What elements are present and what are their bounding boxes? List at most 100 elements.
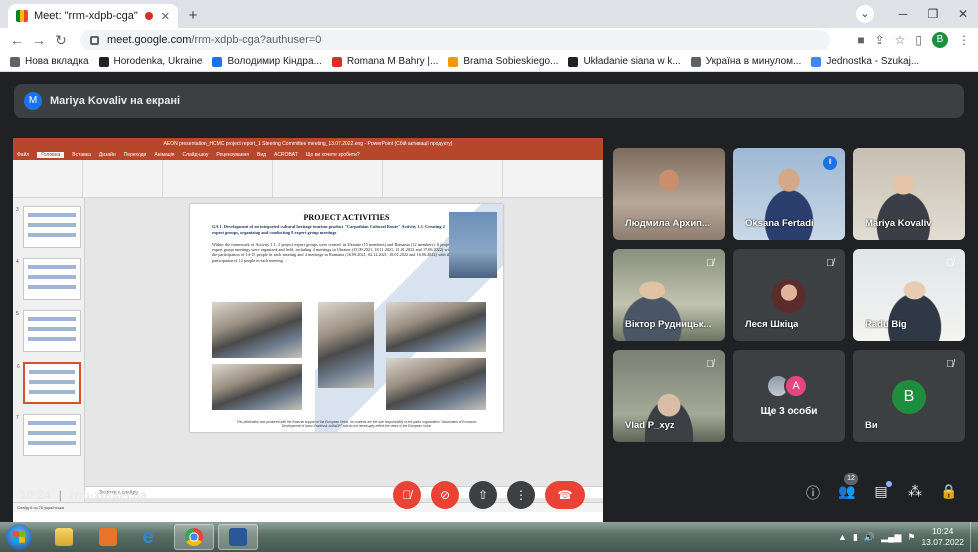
ppt-tab[interactable]: Вставка xyxy=(72,152,91,158)
slide-editor: PROJECT ACTIVITIES GA 1. Development of … xyxy=(85,198,603,498)
bookmark-item[interactable]: Romana M Bahry |... xyxy=(331,56,438,67)
minimize-button[interactable]: ─ xyxy=(888,7,918,21)
ppt-tab[interactable]: Що ви хочете зробити? xyxy=(306,152,360,158)
tab-close-icon[interactable]: ✕ xyxy=(161,10,170,23)
taskbar-ie[interactable]: e xyxy=(128,524,168,550)
present-button[interactable]: ⇧ xyxy=(469,481,497,509)
camera-off-button[interactable]: ⊘ xyxy=(431,481,459,509)
participant-name: Radu Big xyxy=(865,319,907,330)
current-slide: PROJECT ACTIVITIES GA 1. Development of … xyxy=(190,204,503,432)
taskbar-word[interactable] xyxy=(218,524,258,550)
slide-thumbnail[interactable]: 6 xyxy=(17,362,81,404)
shared-screen: AEON presentation_HCMC project report_1 … xyxy=(13,138,603,522)
folder-icon xyxy=(55,528,73,546)
tray-app-icon[interactable]: ▮ xyxy=(853,532,858,543)
ppt-tab[interactable]: Переходи xyxy=(124,152,147,158)
bookmark-item[interactable]: Jednostka - Szukaj... xyxy=(811,56,919,67)
participant-tile[interactable]: Radu Big 🎙̸ xyxy=(853,249,965,341)
more-options-button[interactable]: ⋮ xyxy=(507,481,535,509)
camera-off-icon: ⊘ xyxy=(439,488,451,502)
participant-tile[interactable]: B Ви 🎙̸ xyxy=(853,350,965,442)
bookmark-item[interactable]: Україна в минулом... xyxy=(690,56,801,67)
back-button[interactable]: ← xyxy=(6,32,28,48)
chat-button[interactable]: ▤ xyxy=(872,481,892,503)
ppt-tab[interactable]: Головна xyxy=(37,152,65,158)
menu-kebab-icon[interactable]: ⋮ xyxy=(958,33,970,47)
ppt-tab[interactable]: Файл xyxy=(17,152,29,158)
ppt-tab[interactable]: Дизайн xyxy=(99,152,116,158)
ribbon-group-slides xyxy=(83,160,163,197)
participant-tile[interactable]: Віктор Рудницьк... 🎙̸ xyxy=(613,249,725,341)
slide-thumbnail[interactable]: 7 xyxy=(16,414,81,456)
bookmark-star-icon[interactable]: ☆ xyxy=(895,33,906,47)
host-controls-button[interactable]: 🔒 xyxy=(940,483,958,503)
participant-tile[interactable]: Людмила Архип... xyxy=(613,148,725,240)
call-controls: 🎙̸ ⊘ ⇧ ⋮ ☎ xyxy=(393,481,585,509)
new-tab-button[interactable]: + xyxy=(183,6,203,26)
bookmark-item[interactable]: Володимир Кіндра... xyxy=(212,56,322,67)
flag-icon[interactable]: ⚑ xyxy=(907,532,915,543)
slide-thumbnail[interactable]: 3 xyxy=(16,206,81,248)
mic-muted-icon: 🎙̸ xyxy=(706,359,714,370)
bookmark-item[interactable]: Brama Sobieskiego... xyxy=(448,56,558,67)
participant-tile[interactable]: A Ще 3 особи xyxy=(733,350,845,442)
taskbar-media[interactable] xyxy=(88,524,128,550)
meeting-info-button[interactable]: ⓘ xyxy=(804,483,822,503)
slide-thumbnail[interactable]: 4 xyxy=(16,258,81,300)
side-panel-icon[interactable]: ▯ xyxy=(915,33,922,47)
ppt-tab[interactable]: Анімація xyxy=(154,152,174,158)
start-button[interactable] xyxy=(6,524,32,550)
ribbon-group-font xyxy=(163,160,273,197)
clock-time: 10:24 xyxy=(932,526,954,536)
ppt-tab[interactable]: ACROBAT xyxy=(274,152,298,158)
camera-in-use-icon[interactable]: ■ xyxy=(857,33,864,47)
show-desktop-button[interactable] xyxy=(970,522,978,552)
taskbar-clock[interactable]: 10:24 13.07.2022 xyxy=(921,526,964,548)
meet-control-bar: 10:24 | rrm-xdpb-cga 🎙̸ ⊘ ⇧ ⋮ ☎ ⓘ 12 👥 ▤… xyxy=(0,472,978,522)
participants-count-badge: 12 xyxy=(844,473,858,485)
lock-icon xyxy=(90,35,99,45)
tray-expand-icon[interactable]: ▲ xyxy=(838,532,847,542)
profile-avatar[interactable]: B xyxy=(932,32,948,48)
ribbon-group-drawing xyxy=(383,160,503,197)
browser-tab-meet[interactable]: Meet: "rrm-xdpb-cga" ✕ xyxy=(8,4,178,28)
bookmark-favicon-icon xyxy=(331,56,342,67)
bookmark-item[interactable]: Нова вкладка xyxy=(10,56,89,67)
slide-thumbnail[interactable]: 5 xyxy=(16,310,81,352)
ppt-workspace: 3 4 5 6 7 PROJECT ACTIVITIES GA 1. Developme… xyxy=(13,198,603,512)
media-player-icon xyxy=(99,528,117,546)
windows-taskbar: e ▲ ▮ 🔊 ▂▄▆ ⚑ 10:24 13.07.2022 xyxy=(0,522,978,552)
bookmark-item[interactable]: Horodenka, Ukraine xyxy=(98,56,202,67)
meeting-code: rrm-xdpb-cga xyxy=(69,488,148,502)
window-controls: ⌄ ─ ❐ ✕ xyxy=(856,0,978,28)
maximize-button[interactable]: ❐ xyxy=(918,7,948,21)
ppt-tab[interactable]: Вид xyxy=(257,152,266,158)
participant-tile[interactable]: Леся Шкіца 🎙̸ xyxy=(733,249,845,341)
url-host: meet.google.com xyxy=(107,34,192,46)
taskbar-chrome[interactable] xyxy=(174,524,214,550)
ppt-tab[interactable]: Рецензування xyxy=(216,152,249,158)
more-vert-icon: ⋮ xyxy=(515,488,527,502)
bookmark-item[interactable]: Układanie siana w k... xyxy=(568,56,681,67)
close-window-button[interactable]: ✕ xyxy=(948,7,978,21)
participant-tile[interactable]: Vlad P_xyz 🎙̸ xyxy=(613,350,725,442)
participant-tile[interactable]: Mariya Kovaliv xyxy=(853,148,965,240)
tab-search-button[interactable]: ⌄ xyxy=(856,5,874,23)
bookmark-favicon-icon xyxy=(10,56,20,67)
url-input[interactable]: meet.google.com /rrm-xdpb-cga?authuser=0 xyxy=(80,30,830,50)
share-icon[interactable]: ⇪ xyxy=(875,33,885,47)
bookmark-label: Володимир Кіндра... xyxy=(227,56,322,67)
taskbar-explorer[interactable] xyxy=(44,524,84,550)
volume-icon[interactable]: 🔊 xyxy=(864,532,875,543)
leave-call-button[interactable]: ☎ xyxy=(545,481,585,509)
network-icon[interactable]: ▂▄▆ xyxy=(881,532,901,543)
participant-name: Oksana Fertadi xyxy=(745,218,814,229)
reload-button[interactable]: ↻ xyxy=(50,32,72,49)
mic-off-button[interactable]: 🎙̸ xyxy=(393,481,421,509)
participant-tile[interactable]: Oksana Fertadi ⦀ xyxy=(733,148,845,240)
participant-name: Людмила Архип... xyxy=(625,218,710,229)
ppt-tab[interactable]: Слайд-шоу xyxy=(182,152,208,158)
forward-button[interactable]: → xyxy=(28,32,50,48)
people-button[interactable]: 12 👥 xyxy=(838,473,858,503)
activities-button[interactable]: ⁂ xyxy=(906,483,924,503)
